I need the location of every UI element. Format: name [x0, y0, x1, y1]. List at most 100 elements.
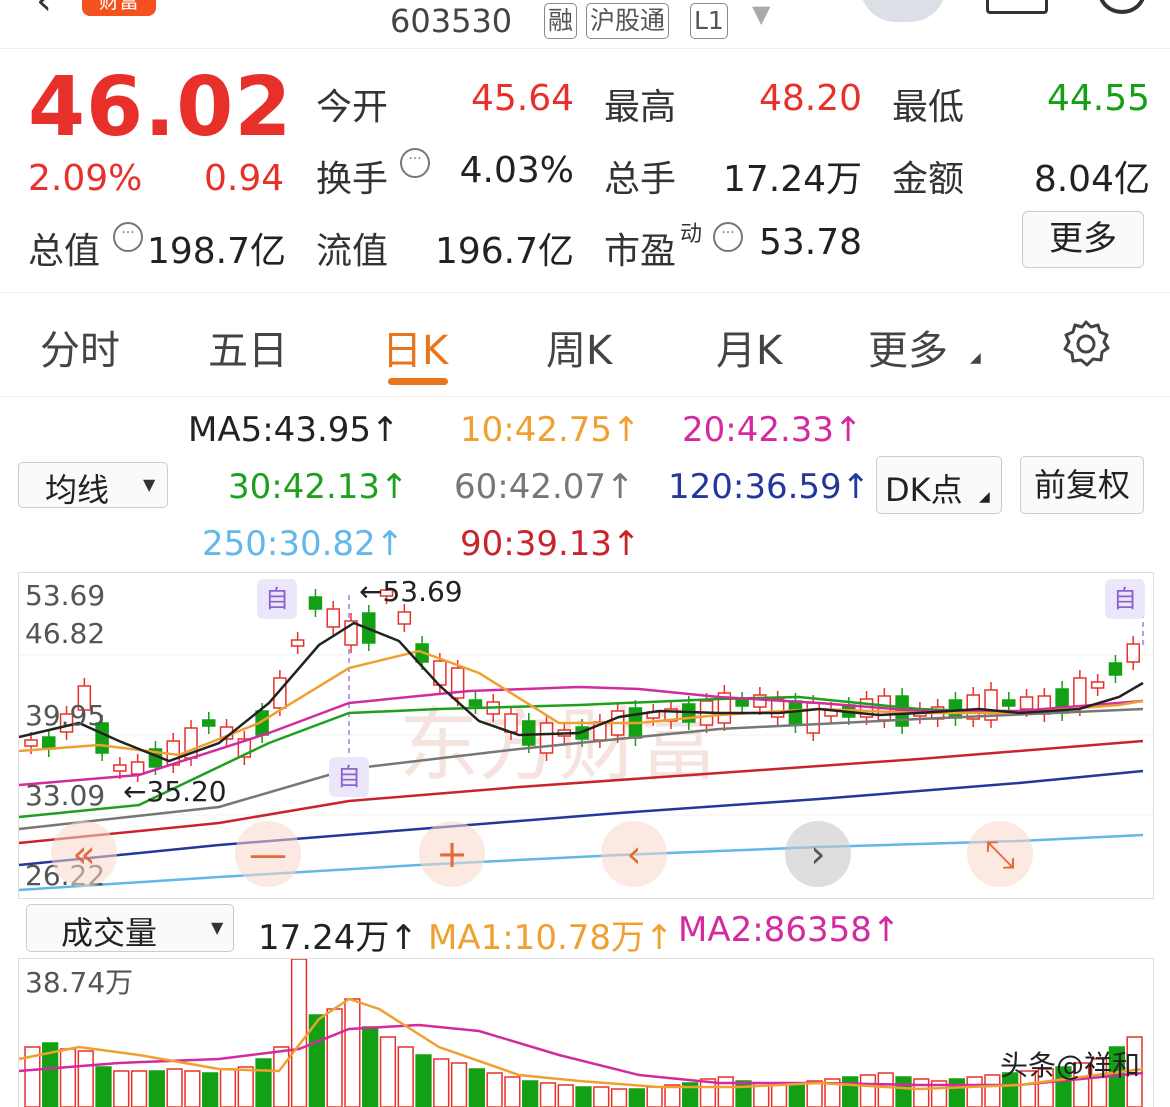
- brand-badge: 财富: [82, 0, 156, 16]
- volume-y-label: 38.74万: [25, 966, 134, 999]
- y-axis-label: 53.69: [25, 579, 106, 612]
- stat-value-amount: 8.04亿: [1033, 159, 1150, 200]
- max-price-annotation: ←53.69: [359, 575, 463, 608]
- volume-bar: [522, 1080, 539, 1107]
- volume-bar: [539, 1082, 557, 1107]
- candle: [326, 608, 340, 628]
- tag-margin: 融: [544, 3, 578, 39]
- tab-day-k[interactable]: 日K: [382, 318, 448, 376]
- volume-bar: [77, 1050, 94, 1107]
- volume-bar: [895, 1076, 912, 1107]
- gear-icon[interactable]: [1060, 318, 1112, 370]
- ma-legend-60: 60:42.07↑: [454, 467, 635, 507]
- volume-bar: [255, 1058, 272, 1107]
- info-icon[interactable]: ···: [400, 148, 430, 178]
- self-select-marker[interactable]: 自: [1105, 579, 1145, 619]
- volume-bar: [557, 1084, 574, 1107]
- stat-value-pe: 53.78: [758, 222, 862, 263]
- candle: [522, 720, 536, 746]
- back-icon[interactable]: ‹: [36, 0, 52, 24]
- self-select-marker[interactable]: 自: [257, 579, 297, 619]
- stat-label-pe-sup: 动: [680, 222, 703, 247]
- tab-five-day[interactable]: 五日: [208, 318, 288, 376]
- volume-bar: [166, 1068, 183, 1107]
- self-select-marker[interactable]: 自: [329, 757, 369, 797]
- tab-intraday[interactable]: 分时: [40, 318, 120, 376]
- y-axis-label: 33.09: [25, 779, 106, 812]
- more-button[interactable]: 更多: [1022, 211, 1144, 268]
- candle: [1090, 681, 1105, 689]
- volume-bar: [593, 1086, 610, 1107]
- rewind-icon[interactable]: «: [51, 821, 117, 887]
- kline-chart[interactable]: 东方财富 53.69 46.82 39.95 33.09 26.22 ←53.6…: [18, 572, 1154, 899]
- volume-bar: [148, 1070, 165, 1107]
- dk-point-button[interactable]: DK点 ◢: [876, 456, 1002, 514]
- stat-label-turnover: 换手: [316, 159, 389, 200]
- zoom-in-icon[interactable]: +: [419, 821, 485, 887]
- stat-value-high: 48.20: [758, 78, 862, 119]
- stat-label-low: 最低: [892, 87, 965, 128]
- ma-legend-90: 90:39.13↑: [460, 524, 641, 564]
- volume-bar: [130, 1070, 148, 1107]
- ma-legend-5: MA5:43.95↑: [188, 410, 400, 450]
- corner-triangle-icon: ◢: [970, 350, 981, 366]
- info-icon[interactable]: ···: [713, 222, 743, 252]
- stat-label-amount: 金额: [892, 159, 965, 200]
- volume-bar: [433, 1058, 450, 1107]
- chevron-down-icon[interactable]: ▼: [752, 0, 770, 28]
- scroll-left-icon[interactable]: ‹: [601, 821, 667, 887]
- volume-bar: [717, 1076, 734, 1107]
- min-price-annotation: ←35.20: [123, 775, 227, 808]
- info-icon[interactable]: ···: [113, 222, 143, 252]
- divider: [0, 396, 1170, 397]
- candle: [735, 699, 749, 707]
- volume-bar: [219, 1068, 237, 1107]
- footer-watermark: 头条@祥和: [1000, 1049, 1141, 1082]
- volume-bar: [735, 1080, 752, 1107]
- stat-value-open: 45.64: [470, 78, 574, 119]
- adjust-button[interactable]: 前复权: [1020, 456, 1144, 514]
- candle: [130, 761, 145, 775]
- volume-bar: [326, 1008, 343, 1107]
- volume-bar: [575, 1086, 592, 1107]
- divider: [0, 292, 1170, 293]
- y-axis-label: 39.95: [25, 699, 106, 732]
- volume-ma2: MA2:86358↑: [678, 910, 901, 950]
- change-value: 0.94: [204, 158, 285, 199]
- volume-bar: [468, 1068, 485, 1107]
- zoom-out-icon[interactable]: —: [235, 821, 301, 887]
- stat-value-mktcap: 198.7亿: [146, 231, 286, 272]
- volume-bar: [237, 1066, 254, 1107]
- volume-bar: [664, 1084, 681, 1107]
- stat-value-low: 44.55: [1046, 78, 1150, 119]
- volume-bar: [966, 1076, 983, 1107]
- volume-bar: [628, 1088, 645, 1107]
- volume-indicator-label: 成交量: [61, 914, 158, 952]
- volume-chart[interactable]: 38.74万: [18, 958, 1154, 1107]
- volume-bar: [184, 1070, 201, 1107]
- candle: [202, 719, 216, 727]
- stat-value-float: 196.7亿: [434, 231, 574, 272]
- volume-bar: [504, 1076, 521, 1107]
- tab-week-k[interactable]: 周K: [546, 318, 612, 376]
- volume-bar: [984, 1074, 1001, 1107]
- ma-legend-250: 250:30.82↑: [202, 524, 405, 564]
- candle: [273, 677, 287, 709]
- candle: [539, 722, 554, 754]
- volume-bar: [273, 1046, 290, 1107]
- fullscreen-icon[interactable]: ⤡: [967, 821, 1033, 887]
- tab-month-k[interactable]: 月K: [716, 318, 782, 376]
- candle: [113, 764, 127, 772]
- volume-indicator-select[interactable]: 成交量 ▼: [26, 904, 234, 952]
- window-icon[interactable]: [986, 0, 1048, 14]
- tab-more[interactable]: 更多: [868, 318, 948, 376]
- candle: [468, 699, 483, 707]
- indicator-select[interactable]: 均线 ▼: [18, 462, 168, 509]
- stat-label-float: 流值: [316, 231, 389, 272]
- stat-label-pe: 市盈: [604, 231, 677, 272]
- scroll-right-icon[interactable]: ›: [785, 821, 851, 887]
- tag-level: L1: [690, 3, 728, 39]
- volume-ma1: MA1:10.78万↑: [428, 918, 674, 958]
- ma-legend-120: 120:36.59↑: [668, 467, 871, 507]
- volume-bar: [913, 1078, 930, 1107]
